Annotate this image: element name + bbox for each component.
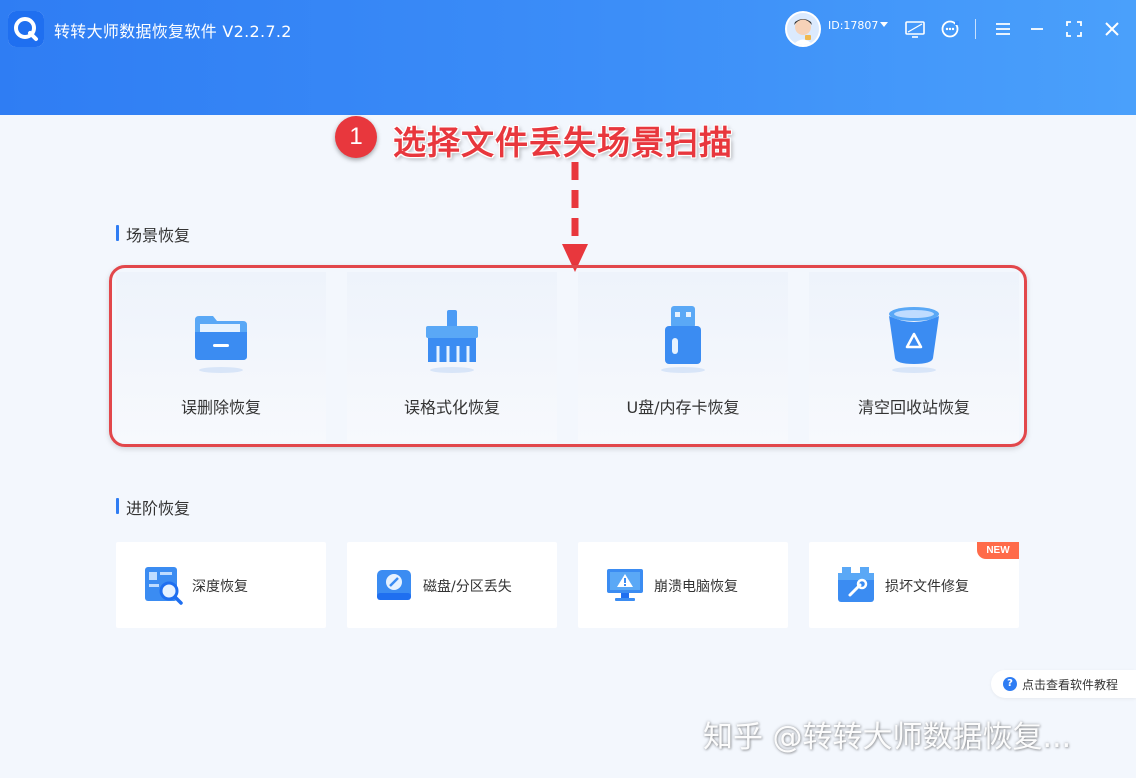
dashed-arrow-down-icon [562,162,588,272]
app-title: 转转大师数据恢复软件 V2.2.7.2 [54,22,292,41]
monitor-icon[interactable] [904,18,926,40]
crashed-computer-icon [607,569,643,601]
app-logo-icon [8,11,44,47]
support-icon[interactable] [939,18,961,40]
adv-card-crashed-computer[interactable]: 崩溃电脑恢复 [578,542,788,628]
usb-drive-icon [661,306,705,373]
disk-icon [377,570,411,600]
adv-card-disk-partition[interactable]: 磁盘/分区丢失 [347,542,557,628]
recycle-bin-icon [889,307,939,373]
maximize-icon[interactable] [1063,18,1085,40]
tutorial-link[interactable]: ? 点击查看软件教程 [991,670,1136,698]
adv-card-file-repair[interactable]: 损坏文件修复 NEW [809,542,1019,628]
deep-scan-icon [145,567,183,605]
scene-card-label: 误格式化恢复 [403,398,500,417]
scene-card-formatted[interactable]: 误格式化恢复 [347,272,557,442]
step-number-badge: 1 [335,116,377,158]
user-id[interactable]: ID:17807 [828,19,878,32]
adv-card-label: 磁盘/分区丢失 [423,579,512,595]
title-bar: 转转大师数据恢复软件 V2.2.7.2 ID:17807 [0,0,1136,115]
watermark: 知乎 @转转大师数据恢复... [703,720,1072,755]
scene-card-label: U盘/内存卡恢复 [626,398,740,417]
broom-icon [426,310,478,373]
header-divider [975,19,976,39]
adv-card-label: 损坏文件修复 [885,579,969,595]
menu-icon[interactable] [992,18,1014,40]
chevron-down-icon[interactable] [880,22,888,27]
scene-card-recycle-bin[interactable]: 清空回收站恢复 [809,272,1019,442]
advanced-recovery-heading: 进阶恢复 [116,495,190,519]
help-icon: ? [1003,677,1017,691]
tutorial-label: 点击查看软件教程 [1022,678,1119,692]
adv-card-label: 深度恢复 [192,579,248,595]
scene-card-usb[interactable]: U盘/内存卡恢复 [578,272,788,442]
adv-card-deep-recovery[interactable]: 深度恢复 [116,542,326,628]
adv-card-label: 崩溃电脑恢复 [654,579,738,595]
scene-card-deleted[interactable]: 误删除恢复 [116,272,326,442]
user-avatar[interactable] [785,11,821,47]
new-badge: NEW [977,542,1019,559]
file-repair-icon [838,567,874,602]
close-icon[interactable] [1101,18,1123,40]
scene-card-label: 清空回收站恢复 [857,398,970,417]
step-instruction-text: 选择文件丢失场景扫描 [393,123,733,162]
folder-icon [195,316,247,373]
scene-recovery-heading: 场景恢复 [116,222,190,246]
scene-card-label: 误删除恢复 [180,398,261,417]
minimize-icon[interactable] [1026,18,1048,40]
